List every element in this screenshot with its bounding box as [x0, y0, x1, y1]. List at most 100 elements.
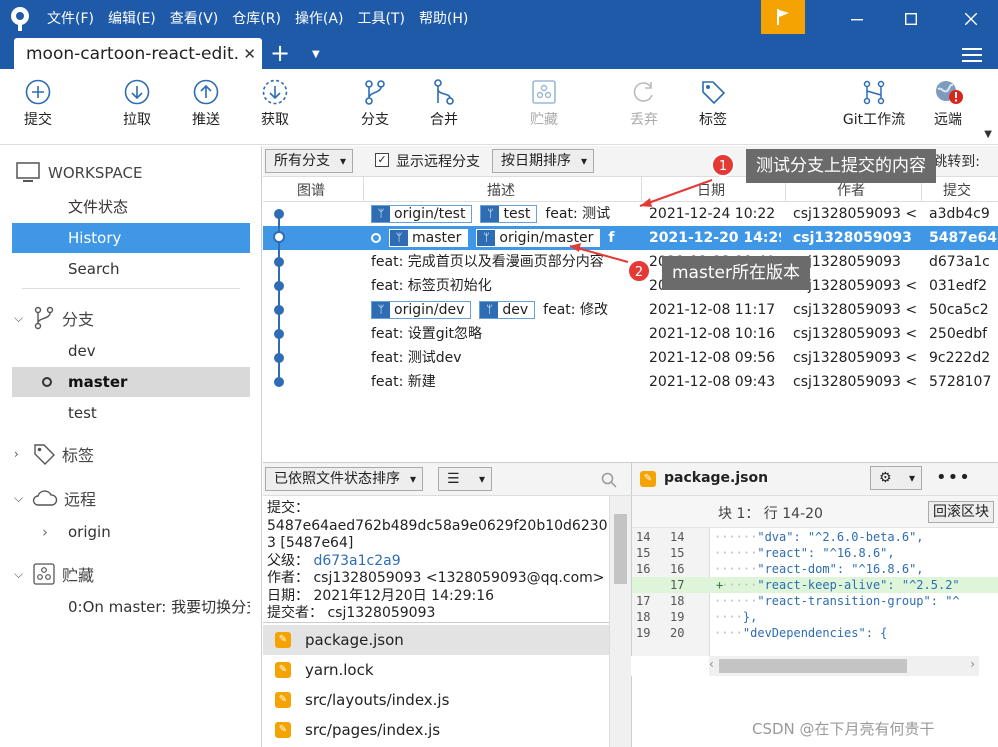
file-sort-dropdown[interactable]: 已依照文件状态排序	[265, 467, 423, 491]
file-item[interactable]: ✎ package.json	[263, 625, 609, 655]
sidebar-item-history[interactable]: History	[12, 223, 250, 253]
sort-dropdown[interactable]: 按日期排序	[492, 149, 594, 173]
commit-row[interactable]: feat: 测试dev 2021-12-08 09:56 csj13280590…	[263, 346, 998, 370]
changed-files-list: ✎ package.json ✎ yarn.lock ✎ src/layouts…	[263, 622, 631, 747]
push-button[interactable]: 推送	[176, 79, 236, 129]
sidebar-item-branch-master[interactable]: master	[12, 367, 250, 397]
commit-row-selected[interactable]: ᛘ master ᛘ origin/master f 2021-12-20 14:29 …	[263, 226, 998, 250]
merge-button[interactable]: 合并	[414, 79, 474, 129]
menu-file[interactable]: 文件(F)	[40, 0, 101, 38]
scroll-right-chevron-icon[interactable]: ›	[970, 657, 975, 671]
head-marker-icon	[371, 233, 381, 243]
commit-description: feat: 测试	[545, 206, 611, 222]
flag-button[interactable]	[761, 0, 805, 34]
hamburger-menu-icon[interactable]	[962, 44, 982, 66]
commit-row[interactable]: ᛘ origin/dev ᛘ dev feat: 修改 2021-12-08 11:17…	[263, 298, 998, 322]
commit-row[interactable]: feat: 设置git忽略 2021-12-08 10:16 csj132805…	[263, 322, 998, 346]
sidebar-remotes-header[interactable]: ⌵ 远程	[14, 483, 96, 513]
sidebar-branches-header[interactable]: ⌵ 分支	[14, 303, 94, 333]
tag-button[interactable]: 标签	[683, 79, 743, 129]
commit-button[interactable]: 提交	[8, 79, 68, 129]
tab-repository[interactable]: moon-cartoon-react-edit. ✕	[14, 38, 262, 69]
menu-repository[interactable]: 仓库(R)	[225, 0, 288, 38]
commit-date: 2021-12-08 09:43	[649, 374, 776, 390]
commit-row[interactable]: ᛘ origin/test ᛘ test feat: 测试 2021-12-24 10:…	[263, 202, 998, 226]
remote-button[interactable]: 远端	[918, 79, 978, 129]
sidebar-item-branch-test[interactable]: test	[12, 398, 250, 428]
file-item[interactable]: ✎ yarn.lock	[263, 655, 609, 685]
menu-view[interactable]: 查看(V)	[163, 0, 226, 38]
column-author[interactable]: 作者	[837, 180, 865, 200]
git-flow-button[interactable]: Git工作流	[836, 79, 912, 129]
stash-box-icon	[532, 80, 556, 104]
maximize-button[interactable]	[884, 0, 938, 38]
list-view-dropdown[interactable]: ☰	[438, 467, 492, 491]
branch-button[interactable]: 分支	[345, 79, 405, 129]
commit-row[interactable]: feat: 新建 2021-12-08 09:43 csj1328059093 …	[263, 370, 998, 394]
file-item[interactable]: ✎ src/layouts/index.js	[263, 685, 609, 715]
tab-close-icon[interactable]: ✕	[243, 45, 256, 63]
fetch-button[interactable]: 获取	[245, 79, 305, 129]
search-icon[interactable]	[601, 472, 617, 488]
diff-settings-dropdown[interactable]: ⚙	[870, 466, 922, 490]
toolbar: 提交 拉取 推送 获取 分支 合并 贮藏 丢弃 标签 Git工作流 远端 ▼	[0, 69, 998, 145]
column-description[interactable]: 描述	[487, 180, 515, 200]
sidebar-item-stash-0[interactable]: 0:On master: 我要切换分支	[12, 592, 250, 622]
menu-edit[interactable]: 编辑(E)	[101, 0, 163, 38]
tab-dropdown-chevron-icon[interactable]: ▼	[312, 49, 320, 60]
menu-actions[interactable]: 操作(A)	[288, 0, 351, 38]
minimize-button[interactable]	[830, 0, 884, 38]
stash-button[interactable]: 贮藏	[514, 79, 574, 129]
commit-author: csj1328059093	[793, 254, 901, 270]
sidebar-stashes-header[interactable]: ⌵ 贮藏	[14, 559, 94, 589]
column-divider[interactable]	[363, 177, 364, 202]
commit-hash: 250edbf	[929, 326, 988, 342]
file-list-toolbar: 已依照文件状态排序 ☰	[263, 462, 631, 496]
commit-date: 2021-12-20 14:29	[649, 230, 781, 246]
diff-line: 14 14 ······"dva": "^2.6.0-beta.6",	[636, 530, 924, 544]
sourcetree-logo-icon	[0, 0, 40, 38]
discard-button[interactable]: 丢弃	[614, 79, 674, 129]
diff-horizontal-scrollbar[interactable]: ‹ ›	[709, 656, 979, 676]
revert-hunk-button[interactable]: 回滚区块	[928, 501, 994, 523]
column-graph[interactable]: 图谱	[297, 180, 325, 200]
branch-tag-icon: ᛘ	[372, 206, 390, 222]
more-options-icon[interactable]: •••	[936, 467, 971, 488]
sidebar-item-search[interactable]: Search	[12, 254, 250, 284]
scrollbar-thumb[interactable]	[719, 659, 907, 673]
scroll-left-chevron-icon[interactable]: ‹	[709, 657, 714, 671]
sidebar-item-remote-origin[interactable]: › origin	[12, 517, 250, 547]
column-date[interactable]: 日期	[697, 180, 725, 200]
toolbar-overflow-chevron-icon[interactable]: ▼	[984, 129, 992, 140]
scrollbar-thumb[interactable]	[614, 514, 627, 584]
file-modified-icon: ✎	[275, 632, 291, 648]
branch-filter-dropdown[interactable]: 所有分支	[265, 149, 353, 173]
column-divider[interactable]	[641, 177, 642, 202]
column-commit[interactable]: 提交	[943, 180, 971, 200]
file-list-scrollbar[interactable]	[609, 622, 631, 747]
parent-link[interactable]: d673a1c2a9	[313, 553, 400, 569]
arrow-up-circle-icon	[193, 79, 219, 105]
menu-tools[interactable]: 工具(T)	[350, 0, 411, 38]
file-modified-icon: ✎	[640, 471, 656, 487]
show-remote-checkbox[interactable]: ✓	[375, 153, 389, 167]
commit-hash: 031edf2	[929, 278, 988, 294]
menu-help[interactable]: 帮助(H)	[412, 0, 475, 38]
sidebar-item-branch-dev[interactable]: dev	[12, 336, 250, 366]
commit-details-scrollbar[interactable]	[609, 496, 631, 622]
commit-graph-node	[274, 305, 284, 315]
sidebar-tags-header[interactable]: › 标签	[14, 439, 94, 469]
committer-value: csj1328059093	[327, 605, 436, 621]
new-tab-plus-icon[interactable]: +	[270, 40, 290, 67]
list-lines-icon: ☰	[447, 471, 460, 487]
git-flow-icon	[863, 80, 885, 105]
commit-date: 2021-12-08 10:16	[649, 326, 776, 342]
sidebar-item-file-status[interactable]: 文件状态	[12, 192, 250, 222]
file-item[interactable]: ✎ src/pages/index.js	[263, 715, 609, 745]
annotation-callout-1: 测试分支上提交的内容	[746, 149, 936, 183]
show-remote-label: 显示远程分支	[396, 154, 480, 170]
discard-undo-icon	[633, 82, 653, 102]
annotation-badge-1: 1	[711, 153, 735, 177]
close-window-button[interactable]	[944, 0, 998, 38]
pull-button[interactable]: 拉取	[107, 79, 167, 129]
